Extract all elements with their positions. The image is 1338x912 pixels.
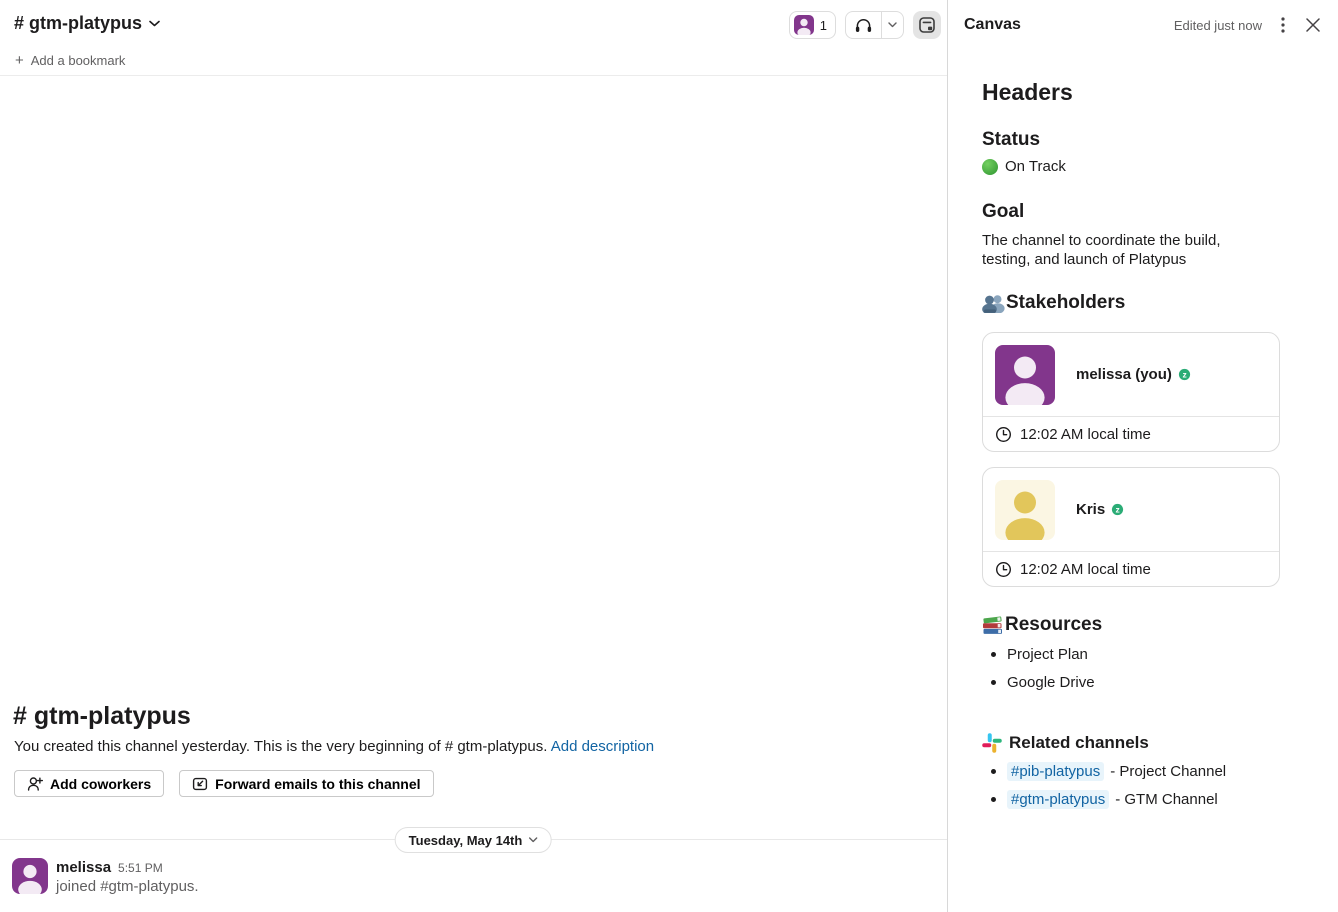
books-icon [982, 615, 1003, 635]
resources-list: Project Plan Google Drive [991, 645, 1095, 701]
add-coworkers-label: Add coworkers [50, 776, 151, 792]
green-circle-icon [982, 159, 998, 175]
message-avatar[interactable] [12, 858, 48, 894]
chevron-down-icon [149, 20, 160, 27]
list-item: Project Plan [991, 645, 1095, 664]
list-item: #pib-platypus - Project Channel [991, 762, 1226, 781]
canvas-edited-status: Edited just now [1174, 18, 1262, 33]
canvas-title: Canvas [964, 16, 1021, 34]
email-forward-icon [192, 776, 208, 792]
status-row: On Track [982, 158, 1066, 175]
avatar [995, 345, 1055, 405]
local-time-label: 12:02 AM local time [1020, 426, 1151, 443]
forward-emails-button[interactable]: Forward emails to this channel [179, 770, 433, 797]
canvas-heading-stakeholders: Stakeholders [982, 292, 1125, 314]
stakeholder-card: melissa (you) z 12:02 AM local time [982, 332, 1280, 452]
svg-text:z: z [1182, 369, 1186, 379]
local-time-label: 12:02 AM local time [1020, 561, 1151, 578]
user-chip[interactable]: Kris z [983, 468, 1279, 551]
canvas-heading-resources: Resources [982, 614, 1102, 636]
channel-name: # gtm-platypus [14, 13, 142, 34]
channel-intro-title: # gtm-platypus [13, 702, 191, 731]
svg-text:z: z [1116, 504, 1120, 514]
message-author[interactable]: melissa [56, 859, 111, 877]
slack-logo-icon [982, 733, 1002, 753]
resources-heading-label: Resources [1005, 614, 1102, 636]
date-divider-pill[interactable]: Tuesday, May 14th [395, 827, 552, 853]
intro-description: You created this channel yesterday. This… [14, 738, 547, 755]
add-coworkers-button[interactable]: Add coworkers [14, 770, 164, 797]
channel-main-area: # gtm-platypus 1 [0, 0, 947, 912]
forward-emails-label: Forward emails to this channel [215, 776, 420, 792]
bullet-icon [991, 680, 996, 685]
canvas-heading-headers: Headers [982, 79, 1073, 106]
list-item: #gtm-platypus - GTM Channel [991, 790, 1226, 809]
channel-description: - GTM Channel [1115, 790, 1218, 809]
user-chip[interactable]: melissa (you) z [983, 333, 1279, 416]
member-count: 1 [820, 18, 827, 33]
headphones-icon[interactable] [846, 12, 881, 38]
message-row: melissa 5:51 PM joined #gtm-platypus. [12, 858, 199, 896]
local-time-row: 12:02 AM local time [983, 551, 1279, 587]
clock-icon [995, 561, 1012, 578]
local-time-row: 12:02 AM local time [983, 416, 1279, 452]
add-description-link[interactable]: Add description [551, 738, 654, 755]
channel-intro-buttons: Add coworkers Forward emails to this cha… [14, 770, 434, 797]
message-meta: melissa 5:51 PM [56, 859, 199, 877]
status-value: On Track [1005, 158, 1066, 175]
resource-label: Project Plan [1007, 645, 1088, 664]
message-body: melissa 5:51 PM joined #gtm-platypus. [56, 858, 199, 896]
person-add-icon [27, 776, 43, 792]
message-text: joined #gtm-platypus. [56, 877, 199, 896]
resource-label: Google Drive [1007, 673, 1095, 692]
close-icon [1306, 18, 1320, 32]
stakeholder-card: Kris z 12:02 AM local time [982, 467, 1280, 587]
huddle-chevron-button[interactable] [882, 12, 903, 38]
presence-snooze-icon: z [1111, 503, 1124, 516]
goal-text: The channel to coordinate the build, tes… [982, 231, 1262, 269]
bullet-icon [991, 797, 996, 802]
add-bookmark-label: Add a bookmark [31, 53, 126, 68]
channel-intro-text: You created this channel yesterday. This… [14, 738, 654, 755]
date-divider-label: Tuesday, May 14th [409, 833, 523, 848]
add-bookmark-button[interactable]: + Add a bookmark [15, 53, 125, 68]
canvas-icon [918, 16, 936, 34]
bullet-icon [991, 769, 996, 774]
bullet-icon [991, 652, 996, 657]
user-name-row: Kris z [1076, 501, 1124, 518]
channel-header-actions: 1 [789, 11, 941, 39]
channel-link[interactable]: #gtm-platypus [1007, 790, 1109, 809]
user-name: melissa (you) [1076, 366, 1172, 383]
members-button[interactable]: 1 [789, 11, 836, 39]
related-channels-list: #pib-platypus - Project Channel #gtm-pla… [991, 762, 1226, 818]
chevron-down-icon [528, 837, 537, 843]
channel-description: - Project Channel [1110, 762, 1226, 781]
canvas-heading-goal: Goal [982, 201, 1024, 223]
huddle-button[interactable] [845, 11, 904, 39]
plus-icon: + [15, 53, 24, 68]
kebab-icon [1281, 17, 1285, 33]
canvas-close-button[interactable] [1304, 16, 1322, 34]
avatar [995, 480, 1055, 540]
bookmarks-bar: + Add a bookmark [0, 46, 947, 76]
canvas-menu-button[interactable] [1279, 15, 1287, 35]
canvas-heading-related-channels: Related channels [982, 733, 1149, 753]
channel-link[interactable]: #pib-platypus [1007, 762, 1104, 781]
user-name-row: melissa (you) z [1076, 366, 1191, 383]
member-avatar [794, 15, 814, 35]
canvas-heading-status: Status [982, 129, 1040, 151]
related-channels-heading-label: Related channels [1009, 733, 1149, 753]
channel-title-button[interactable]: # gtm-platypus [14, 13, 160, 34]
canvas-header-actions: Edited just now [1174, 15, 1322, 35]
message-timestamp[interactable]: 5:51 PM [118, 859, 163, 877]
presence-snooze-icon: z [1178, 368, 1191, 381]
list-item: Google Drive [991, 673, 1095, 692]
canvas-toggle-button[interactable] [913, 11, 941, 39]
canvas-panel: Canvas Edited just now Headers Status On… [947, 0, 1338, 912]
clock-icon [995, 426, 1012, 443]
stakeholders-heading-label: Stakeholders [1006, 292, 1125, 314]
canvas-header: Canvas Edited just now [948, 0, 1338, 50]
user-name: Kris [1076, 501, 1105, 518]
people-icon [982, 293, 1005, 313]
